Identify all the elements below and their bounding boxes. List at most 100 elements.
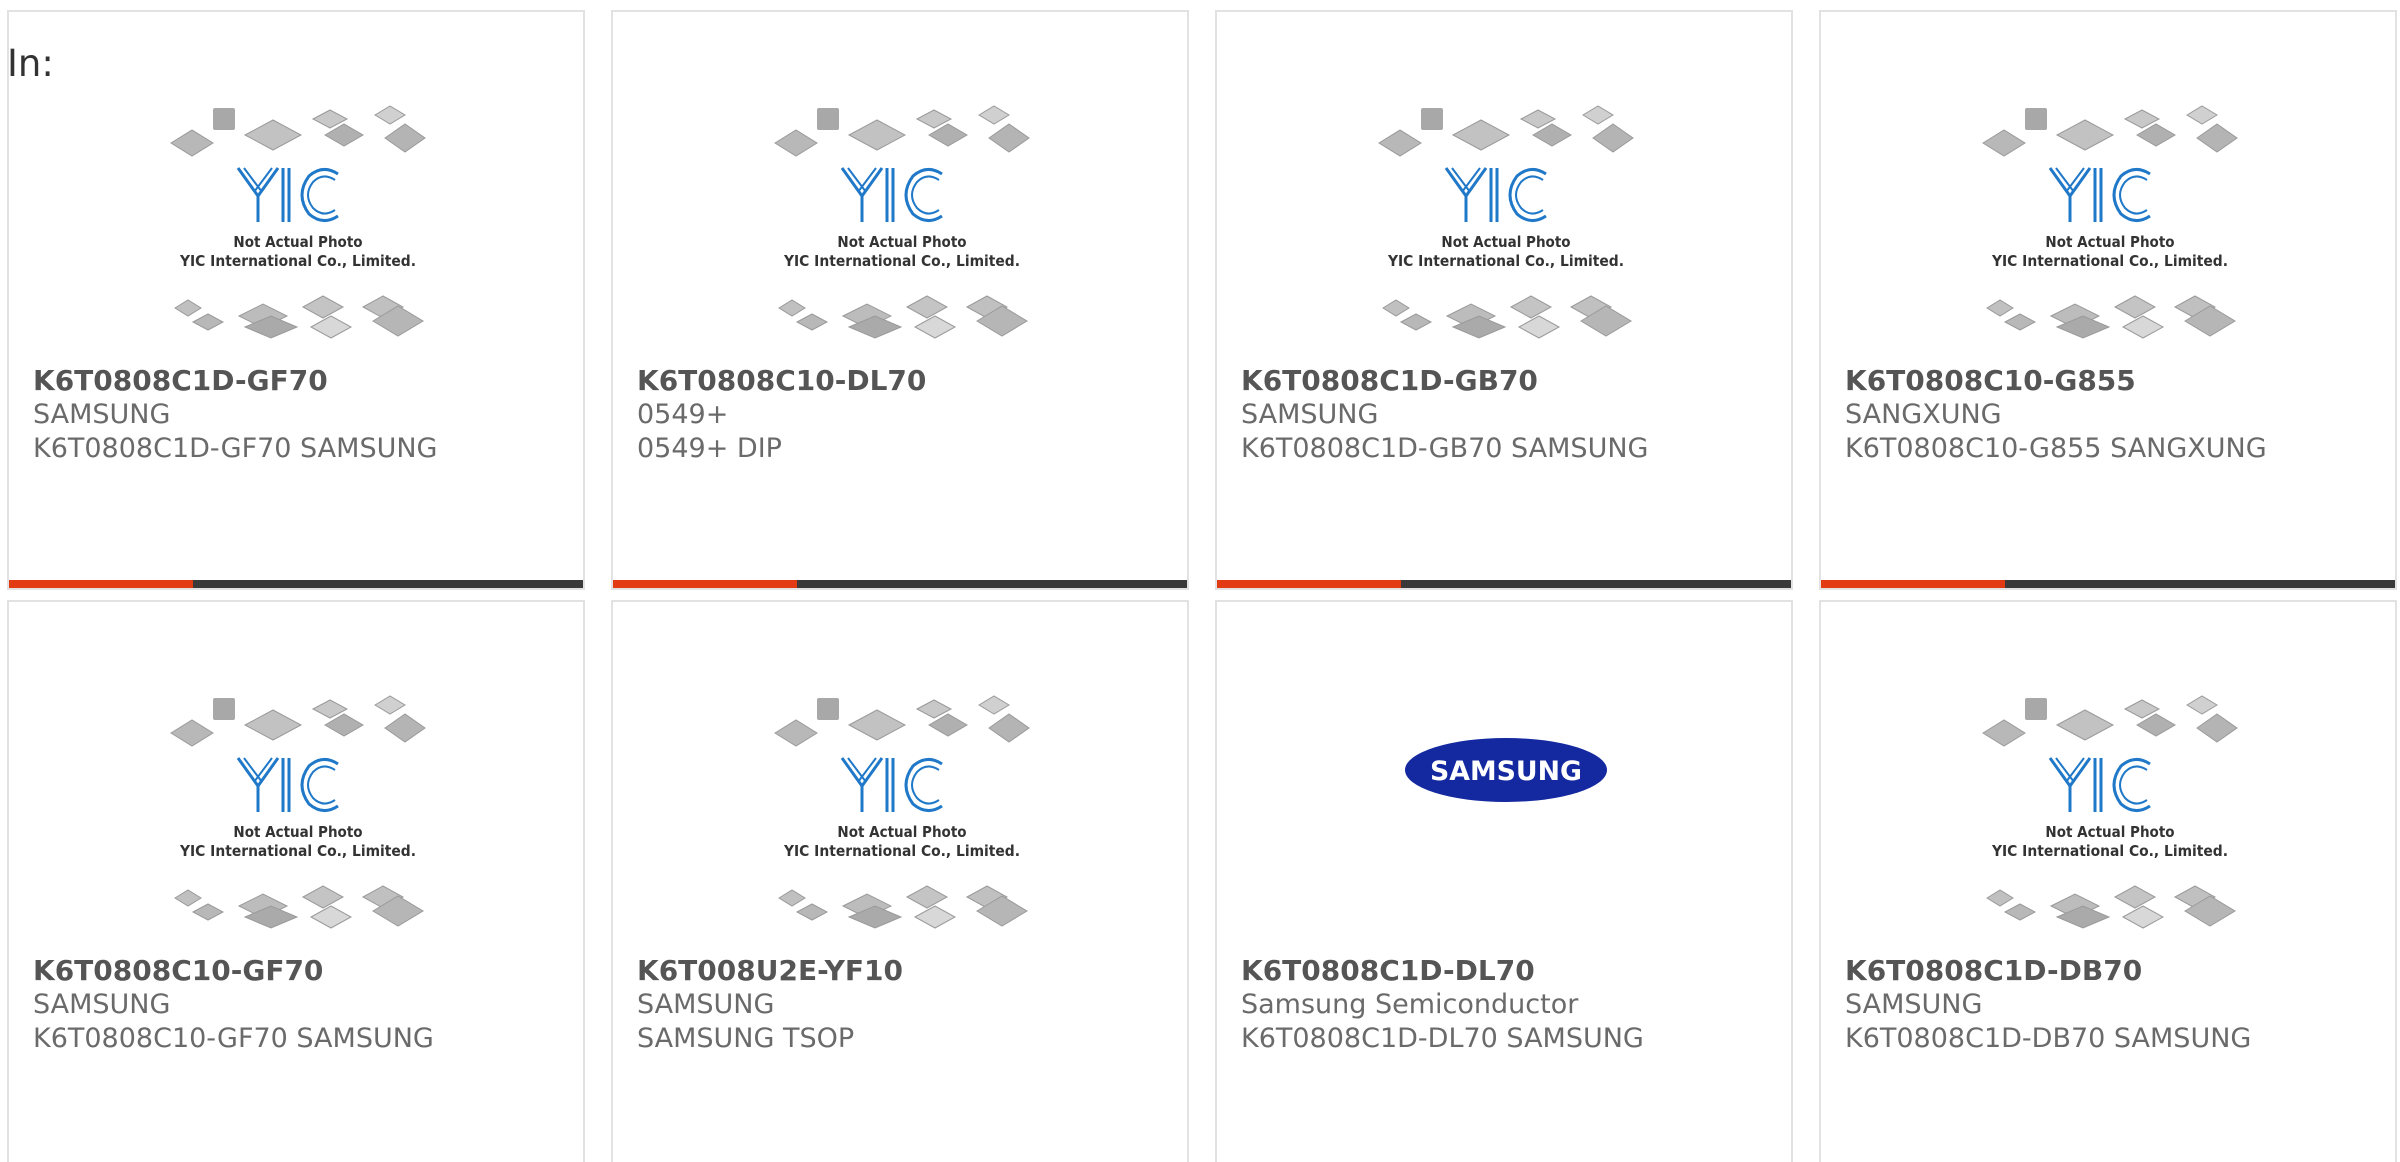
chip-graphic: [309, 315, 353, 339]
placeholder-company: YIC International Co., Limited.: [1991, 252, 2228, 270]
card-accent-bar: [1217, 580, 1401, 588]
placeholder-company: YIC International Co., Limited.: [179, 842, 416, 860]
yic-logo-icon: [1444, 167, 1547, 222]
chip-graphic: [847, 709, 907, 741]
chip-graphic: [847, 119, 907, 151]
chip-graphic: [191, 903, 225, 921]
product-image[interactable]: Not Actual Photo YIC International Co., L…: [1217, 100, 1791, 356]
card-accent-bar: [9, 580, 193, 588]
chip-graphic: [2121, 315, 2165, 339]
chip-graphic: [1986, 889, 2014, 907]
yic-logo-icon: [840, 757, 943, 812]
yic-placeholder-image: Not Actual PhotoYIC International Co., L…: [1982, 105, 2238, 339]
yic-placeholder-image: Not Actual PhotoYIC International Co., L…: [774, 695, 1030, 929]
chip-graphic: [1592, 123, 1634, 153]
chip-graphic: [213, 698, 235, 720]
chip-graphic: [1982, 129, 2026, 157]
chip-graphic: [978, 105, 1010, 125]
yic-placeholder-image: Not Actual PhotoYIC International Co., L…: [1378, 105, 1634, 339]
product-part-number[interactable]: K6T0808C10-GF70: [33, 954, 323, 987]
product-card[interactable]: Not Actual Photo YIC International Co., L…: [611, 10, 1189, 590]
placeholder-company: YIC International Co., Limited.: [1387, 252, 1624, 270]
product-part-number[interactable]: K6T008U2E-YF10: [637, 954, 903, 987]
chip-graphic: [905, 885, 949, 909]
chip-graphic: [905, 295, 949, 319]
product-card[interactable]: Not Actual Photo YIC International Co., L…: [1215, 10, 1793, 590]
product-manufacturer: SAMSUNG: [1241, 399, 1379, 430]
product-card[interactable]: Not Actual Photo YIC International Co., L…: [1819, 10, 2397, 590]
placeholder-company: YIC International Co., Limited.: [783, 842, 1020, 860]
product-card[interactable]: Not Actual Photo YIC International Co., L…: [7, 10, 585, 590]
chip-graphic: [2055, 709, 2115, 741]
product-image[interactable]: Not Actual Photo YIC International Co., L…: [9, 690, 583, 946]
placeholder-caption: Not Actual Photo: [233, 233, 362, 251]
chip-graphic: [170, 719, 214, 747]
product-part-number[interactable]: K6T0808C10-G855: [1845, 364, 2136, 397]
product-description: SAMSUNG TSOP: [637, 1023, 855, 1054]
chip-graphic: [2196, 713, 2238, 743]
product-part-number[interactable]: K6T0808C1D-GB70: [1241, 364, 1538, 397]
yic-placeholder-image: Not Actual PhotoYIC International Co., L…: [170, 105, 426, 339]
product-card[interactable]: Not Actual Photo YIC International Co., L…: [1819, 600, 2397, 1162]
product-card[interactable]: Not Actual Photo YIC International Co., L…: [7, 600, 585, 1162]
product-description: K6T0808C1D-DB70 SAMSUNG: [1845, 1023, 2252, 1054]
chip-graphic: [384, 123, 426, 153]
chip-graphic: [374, 695, 406, 715]
chip-graphic: [913, 905, 957, 929]
chip-graphic: [988, 713, 1030, 743]
yic-logo-icon: [236, 757, 339, 812]
placeholder-caption: Not Actual Photo: [1441, 233, 1570, 251]
chip-graphic: [2055, 119, 2115, 151]
chip-graphic: [2186, 695, 2218, 715]
yic-logo-icon: [840, 167, 943, 222]
product-part-number[interactable]: K6T0808C1D-GF70: [33, 364, 328, 397]
card-accent-bar: [613, 580, 797, 588]
product-manufacturer: SAMSUNG: [33, 399, 171, 430]
placeholder-caption: Not Actual Photo: [2045, 823, 2174, 841]
product-description: K6T0808C1D-GB70 SAMSUNG: [1241, 433, 1649, 464]
yic-placeholder-image: Not Actual PhotoYIC International Co., L…: [170, 695, 426, 929]
chip-graphic: [1582, 105, 1614, 125]
yic-logo-icon: [2048, 167, 2151, 222]
chip-graphic: [174, 889, 202, 907]
chip-graphic: [1382, 299, 1410, 317]
card-accent-bar: [1821, 580, 2005, 588]
chip-graphic: [913, 315, 957, 339]
placeholder-caption: Not Actual Photo: [233, 823, 362, 841]
chip-graphic: [309, 905, 353, 929]
chip-graphic: [817, 698, 839, 720]
product-card[interactable]: Not Actual Photo YIC International Co., L…: [611, 600, 1189, 1162]
product-image[interactable]: SAMSUNG: [1217, 690, 1791, 946]
product-description: 0549+ DIP: [637, 433, 782, 464]
placeholder-company: YIC International Co., Limited.: [1991, 842, 2228, 860]
product-manufacturer: SAMSUNG: [637, 989, 775, 1020]
product-image[interactable]: Not Actual Photo YIC International Co., L…: [1821, 690, 2395, 946]
chip-graphic: [795, 313, 829, 331]
card-bottom-bar: [1821, 580, 2395, 588]
product-description: K6T0808C1D-GF70 SAMSUNG: [33, 433, 438, 464]
samsung-logo-icon: SAMSUNG: [1405, 738, 1607, 802]
product-card[interactable]: SAMSUNG K6T0808C1D-DL70 Samsung Semicond…: [1215, 600, 1793, 1162]
chip-graphic: [170, 129, 214, 157]
chip-graphic: [1986, 299, 2014, 317]
product-part-number[interactable]: K6T0808C10-DL70: [637, 364, 926, 397]
chip-graphic: [243, 709, 303, 741]
product-part-number[interactable]: K6T0808C1D-DB70: [1845, 954, 2142, 987]
product-manufacturer: 0549+: [637, 399, 729, 430]
product-image[interactable]: Not Actual Photo YIC International Co., L…: [613, 100, 1187, 356]
product-manufacturer: Samsung Semiconductor: [1241, 989, 1579, 1020]
chip-graphic: [1421, 108, 1443, 130]
product-image[interactable]: Not Actual Photo YIC International Co., L…: [613, 690, 1187, 946]
chip-graphic: [301, 885, 345, 909]
chip-graphic: [778, 889, 806, 907]
placeholder-company: YIC International Co., Limited.: [179, 252, 416, 270]
samsung-logo-text: SAMSUNG: [1430, 756, 1582, 787]
yic-placeholder-image: Not Actual PhotoYIC International Co., L…: [1982, 695, 2238, 929]
chip-graphic: [1451, 119, 1511, 151]
chip-graphic: [2186, 105, 2218, 125]
product-image[interactable]: Not Actual Photo YIC International Co., L…: [9, 100, 583, 356]
product-part-number[interactable]: K6T0808C1D-DL70: [1241, 954, 1535, 987]
card-bottom-bar: [613, 580, 1187, 588]
product-image[interactable]: Not Actual Photo YIC International Co., L…: [1821, 100, 2395, 356]
chip-graphic: [2003, 903, 2037, 921]
